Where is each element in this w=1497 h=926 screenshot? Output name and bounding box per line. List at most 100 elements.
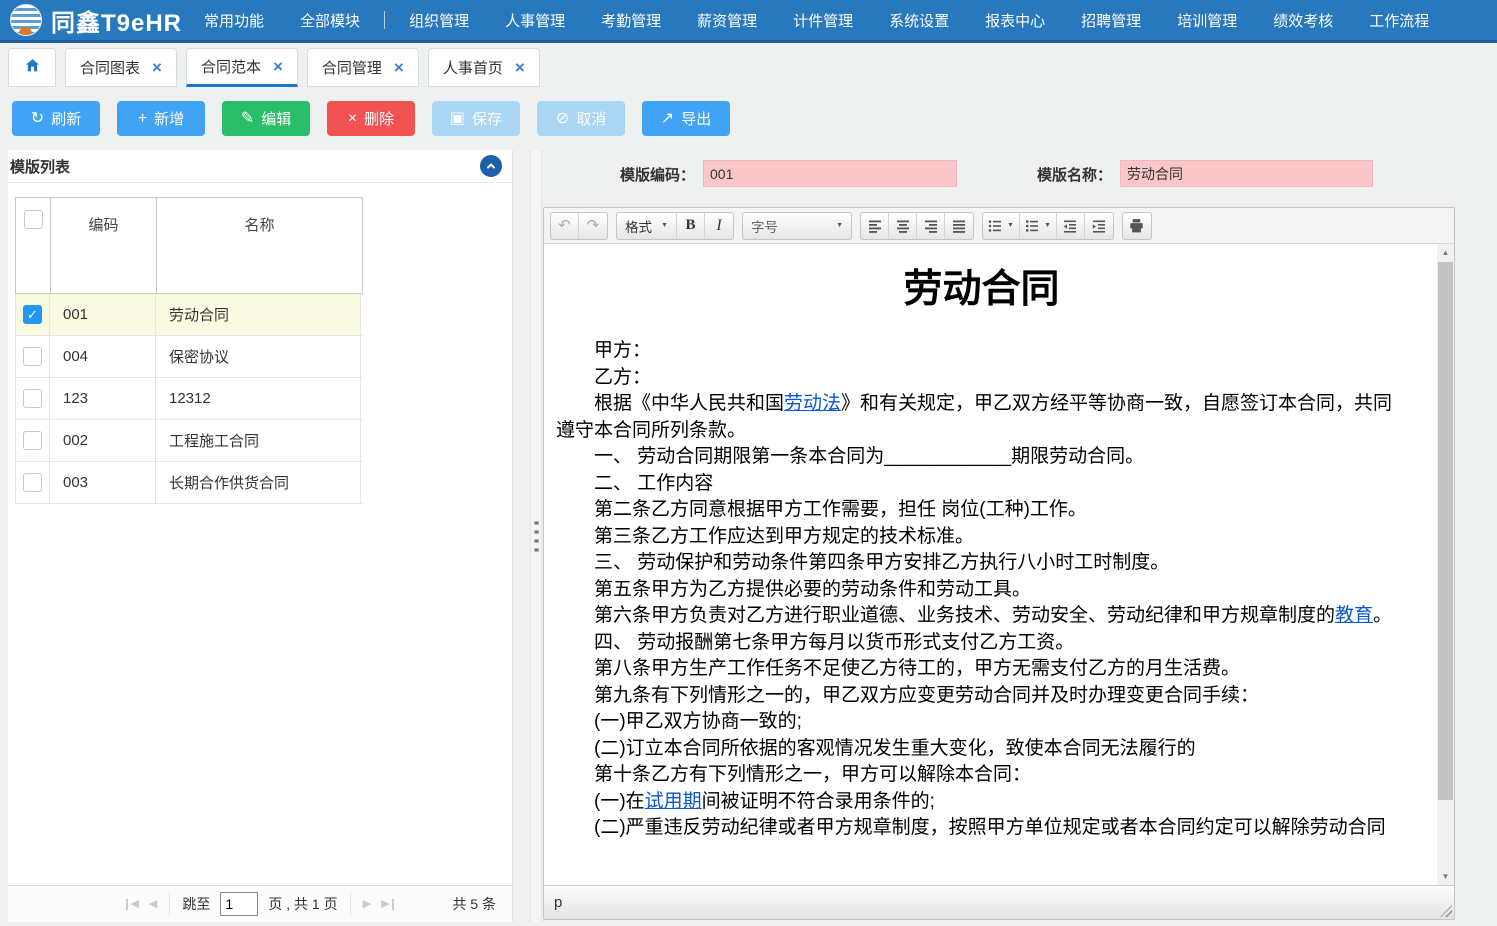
tab-label: 合同图表 bbox=[80, 57, 140, 78]
delete-button[interactable]: ×删除 bbox=[327, 101, 415, 136]
table-row[interactable]: 002工程施工合同 bbox=[15, 420, 363, 462]
select-all-checkbox[interactable] bbox=[24, 210, 43, 229]
row-name: 12312 bbox=[156, 378, 361, 419]
document-link[interactable]: 教育 bbox=[1335, 605, 1373, 626]
tab-close-icon[interactable]: × bbox=[152, 59, 162, 76]
scroll-down-icon[interactable]: ▼ bbox=[1437, 868, 1454, 885]
table-header: 编码 名称 bbox=[15, 197, 363, 294]
home-icon bbox=[24, 57, 41, 79]
document-paragraph: 第九条有下列情形之一的，甲乙双方应变更劳动合同并及时办理变更合同手续： bbox=[556, 683, 1407, 710]
align-left-button[interactable] bbox=[861, 213, 889, 239]
redo-button[interactable]: ↷ bbox=[579, 213, 607, 239]
cancel-button[interactable]: ⊘取消 bbox=[537, 101, 625, 136]
nav-item-13[interactable]: 工作流程 bbox=[1369, 10, 1429, 31]
align-right-button[interactable] bbox=[917, 213, 945, 239]
row-checkbox[interactable] bbox=[23, 389, 42, 408]
save-button[interactable]: ▣保存 bbox=[432, 101, 520, 136]
tab-合同图表[interactable]: 合同图表 × bbox=[65, 48, 177, 87]
add-button[interactable]: +新增 bbox=[117, 101, 205, 136]
align-justify-button[interactable] bbox=[945, 213, 973, 239]
align-center-button[interactable] bbox=[889, 213, 917, 239]
scroll-up-icon[interactable]: ▲ bbox=[1437, 244, 1454, 261]
document-area[interactable]: 劳动合同 甲方：乙方：根据《中华人民共和国劳动法》和有关规定，甲乙双方经平等协商… bbox=[544, 244, 1437, 885]
document-link[interactable]: 试用期 bbox=[645, 791, 702, 812]
document-paragraph: (一)在试用期间被证明不符合录用条件的; bbox=[556, 789, 1407, 816]
tab-label: 人事首页 bbox=[443, 57, 503, 78]
nav-item-4[interactable]: 人事管理 bbox=[505, 10, 565, 31]
tab-close-icon[interactable]: × bbox=[273, 58, 283, 75]
next-page-icon[interactable]: ▶ bbox=[363, 899, 371, 910]
logo[interactable]: 同鑫T9eHR bbox=[10, 3, 182, 38]
last-page-icon[interactable]: ▶ bbox=[381, 899, 393, 910]
document-paragraph: 第二条乙方同意根据甲方工作需要，担任 岗位(工种)工作。 bbox=[556, 497, 1407, 524]
fontsize-label: 字号 bbox=[751, 216, 778, 236]
refresh-button[interactable]: ↻刷新 bbox=[12, 101, 100, 136]
row-checkbox-cell bbox=[15, 378, 50, 419]
row-checkbox-cell bbox=[15, 462, 50, 503]
bullet-list-button[interactable]: ▼ bbox=[983, 213, 1020, 239]
bold-button[interactable]: B bbox=[677, 213, 705, 239]
table-row[interactable]: 004保密协议 bbox=[15, 336, 363, 378]
row-checkbox[interactable] bbox=[23, 431, 42, 450]
app-screen: 同鑫T9eHR 常用功能 全部模块 组织管理 人事管理 考勤管理 薪资管理 计件管理 系统设置… bbox=[0, 0, 1497, 926]
scrollbar-thumb[interactable] bbox=[1438, 262, 1453, 800]
nav-item-2[interactable]: 全部模块 bbox=[300, 10, 360, 31]
template-name-input[interactable] bbox=[1120, 160, 1373, 187]
tab-合同范本[interactable]: 合同范本× bbox=[186, 48, 298, 87]
row-checkbox-cell: ✓ bbox=[15, 294, 50, 335]
collapse-icon[interactable] bbox=[480, 155, 502, 177]
row-checkbox[interactable]: ✓ bbox=[23, 305, 42, 324]
row-name: 保密协议 bbox=[156, 336, 361, 377]
document-paragraphs: 甲方：乙方：根据《中华人民共和国劳动法》和有关规定，甲乙双方经平等协商一致，自愿… bbox=[556, 338, 1407, 842]
document-link[interactable]: 劳动法 bbox=[784, 393, 841, 414]
row-checkbox[interactable] bbox=[23, 473, 42, 492]
tab-人事首页[interactable]: 人事首页 × bbox=[428, 48, 540, 87]
edit-button[interactable]: ✎编辑 bbox=[222, 101, 310, 136]
undo-button[interactable]: ↶ bbox=[551, 213, 579, 239]
resize-grip[interactable] bbox=[1440, 905, 1452, 917]
nav-item-11[interactable]: 培训管理 bbox=[1177, 10, 1237, 31]
table-row[interactable]: 003长期合作供货合同 bbox=[15, 462, 363, 504]
prev-page-icon[interactable]: ◀ bbox=[149, 899, 157, 910]
indent-button[interactable] bbox=[1085, 213, 1113, 239]
tab-close-icon[interactable]: × bbox=[515, 59, 525, 76]
nav-item-9[interactable]: 报表中心 bbox=[985, 10, 1045, 31]
panel-splitter[interactable] bbox=[530, 150, 542, 922]
format-dropdown[interactable]: 格式 ▼ bbox=[617, 213, 677, 239]
nav-item-10[interactable]: 招聘管理 bbox=[1081, 10, 1141, 31]
nav-item-1[interactable]: 常用功能 bbox=[204, 10, 264, 31]
export-button[interactable]: ↗导出 bbox=[642, 101, 730, 136]
nav-item-3[interactable]: 组织管理 bbox=[409, 10, 469, 31]
tab-close-icon[interactable]: × bbox=[394, 59, 404, 76]
row-checkbox-cell bbox=[15, 336, 50, 377]
page-count-label: 页 , 共 1 页 bbox=[268, 894, 337, 914]
numbered-list-button[interactable]: ▼ bbox=[1020, 213, 1057, 239]
editor-scrollbar[interactable]: ▲ ▼ bbox=[1437, 244, 1454, 885]
fontsize-dropdown[interactable]: 字号 ▼ bbox=[743, 213, 851, 239]
top-navbar: 同鑫T9eHR 常用功能 全部模块 组织管理 人事管理 考勤管理 薪资管理 计件管理 系统设置… bbox=[0, 0, 1497, 43]
first-page-icon[interactable]: ◀ bbox=[126, 899, 138, 910]
print-button[interactable] bbox=[1123, 213, 1151, 239]
table-row[interactable]: ✓001劳动合同 bbox=[15, 294, 363, 336]
row-code: 123 bbox=[50, 378, 156, 419]
nav-item-6[interactable]: 薪资管理 bbox=[697, 10, 757, 31]
row-checkbox[interactable] bbox=[23, 347, 42, 366]
jump-label: 跳至 bbox=[182, 894, 210, 914]
page-input[interactable] bbox=[220, 892, 258, 916]
nav-item-7[interactable]: 计件管理 bbox=[793, 10, 853, 31]
nav-item-8[interactable]: 系统设置 bbox=[889, 10, 949, 31]
italic-button[interactable]: I bbox=[705, 213, 733, 239]
nav-item-5[interactable]: 考勤管理 bbox=[601, 10, 661, 31]
pagination-bar: ◀ ◀ 跳至 页 , 共 1 页 ▶ ▶ 共 5 条 bbox=[8, 885, 512, 922]
tab-home[interactable] bbox=[8, 48, 56, 87]
nav-item-12[interactable]: 绩效考核 bbox=[1273, 10, 1333, 31]
editor-content[interactable]: 劳动合同 甲方：乙方：根据《中华人民共和国劳动法》和有关规定，甲乙双方经平等协商… bbox=[544, 244, 1454, 885]
outdent-button[interactable] bbox=[1057, 213, 1085, 239]
template-code-input[interactable] bbox=[703, 160, 957, 187]
add-icon: + bbox=[138, 111, 147, 127]
action-label: 编辑 bbox=[261, 108, 291, 129]
panel-title: 模版列表 bbox=[10, 156, 70, 177]
tab-合同管理[interactable]: 合同管理× bbox=[307, 48, 419, 87]
numbered-list-icon bbox=[1025, 219, 1039, 233]
table-row[interactable]: 12312312 bbox=[15, 378, 363, 420]
